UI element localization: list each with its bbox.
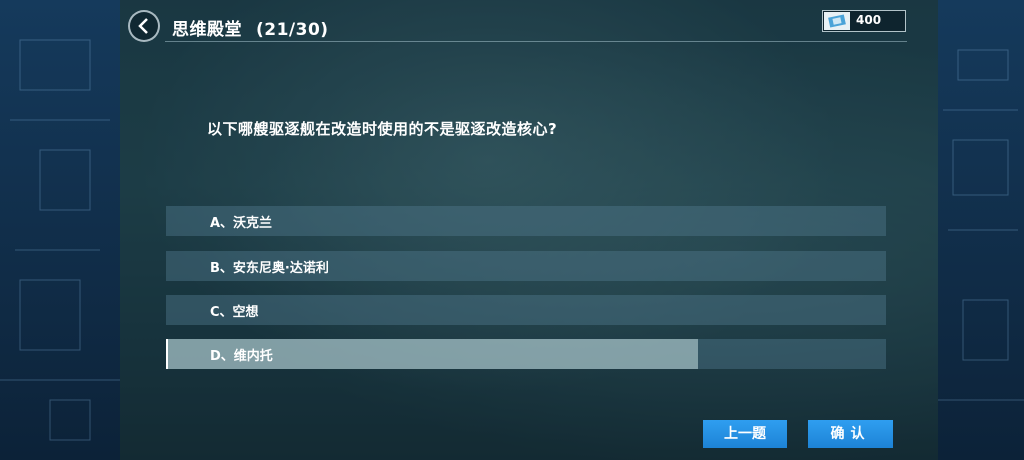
option-d[interactable]: D、维内托 xyxy=(166,339,886,369)
title-text: 思维殿堂 xyxy=(172,20,242,40)
option-label: C、空想 xyxy=(210,305,259,320)
ticket-icon xyxy=(824,12,850,30)
circuit-decor-right xyxy=(938,49,1024,401)
option-a[interactable]: A、沃克兰 xyxy=(166,206,886,236)
back-button[interactable] xyxy=(128,10,160,42)
page-title: 思维殿堂 (21/30) xyxy=(172,15,329,40)
option-label: B、安东尼奥·达诺利 xyxy=(210,261,329,276)
chevron-left-icon xyxy=(138,18,148,34)
currency-amount: 400 xyxy=(856,13,882,27)
option-label: D、维内托 xyxy=(210,349,273,364)
question-text: 以下哪艘驱逐舰在改造时使用的不是驱逐改造核心? xyxy=(207,120,558,138)
header-divider xyxy=(165,41,907,42)
option-c[interactable]: C、空想 xyxy=(166,295,886,325)
option-track xyxy=(698,339,886,369)
confirm-button[interactable]: 确认 xyxy=(808,420,893,448)
right-decor-panel xyxy=(938,0,1024,460)
option-b[interactable]: B、安东尼奥·达诺利 xyxy=(166,251,886,281)
previous-question-button[interactable]: 上一题 xyxy=(703,420,787,448)
option-label: A、沃克兰 xyxy=(210,216,273,231)
question-progress: (21/30) xyxy=(256,20,329,40)
left-decor-panel xyxy=(0,0,120,460)
circuit-decor-left xyxy=(0,39,120,441)
currency-display: 400 xyxy=(822,10,906,32)
